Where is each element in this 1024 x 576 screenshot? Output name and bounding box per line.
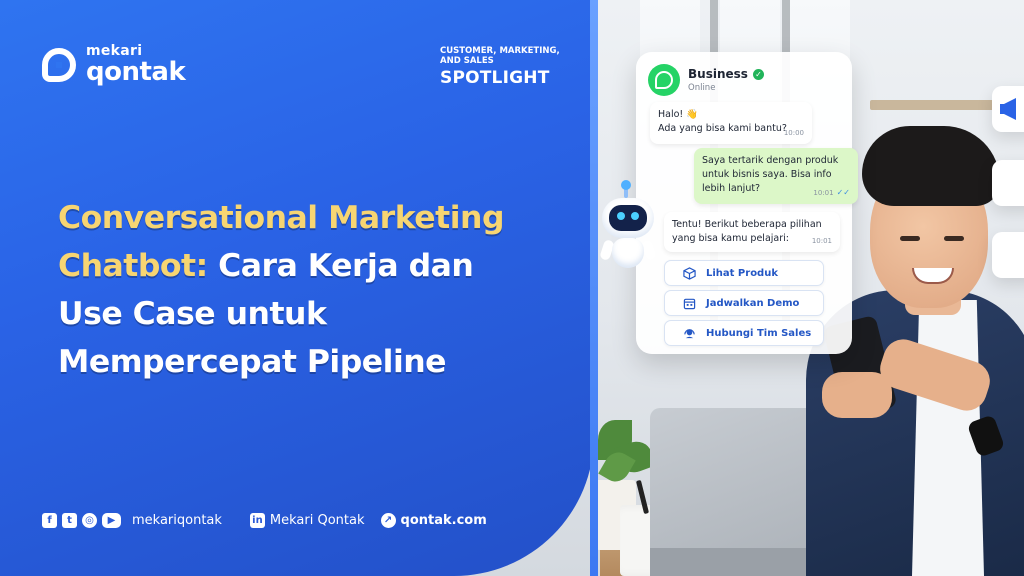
footer: f t ◎ ▶ mekariqontak in Mekari Qontak ↗ …	[42, 513, 487, 528]
chat-header: Business ✓ Online	[648, 64, 764, 96]
option-jadwalkan-demo-button[interactable]: Jadwalkan Demo	[664, 290, 824, 316]
message-time: 10:00	[783, 129, 804, 137]
shelf	[870, 100, 1000, 110]
person-eye	[900, 236, 920, 241]
business-name: Business	[688, 67, 748, 81]
message-time: 10:01	[813, 189, 834, 197]
logo-bottom-text: qontak	[86, 57, 186, 87]
headline: Conversational Marketing Chatbot: Cara K…	[58, 194, 558, 386]
facebook-icon[interactable]: f	[42, 513, 57, 528]
side-card	[992, 232, 1024, 278]
spotlight-title: SPOTLIGHT	[440, 68, 550, 88]
online-status: Online	[688, 83, 716, 93]
linkedin-name[interactable]: Mekari Qontak	[270, 513, 365, 528]
whatsapp-chat-card: Business ✓ Online Halo! 👋 Ada yang bisa …	[636, 52, 858, 354]
mekari-qontak-logo: mekari qontak	[42, 43, 186, 87]
message-time: 10:01	[811, 237, 832, 245]
link-arrow-icon[interactable]: ↗	[380, 513, 396, 528]
logo-top-text: mekari	[86, 43, 143, 59]
headline-highlight: Chatbot:	[58, 248, 208, 284]
chat-bubble-incoming: Tentu! Berikut beberapa pilihan yang bis…	[664, 212, 840, 252]
calendar-icon	[683, 298, 696, 309]
headline-text: Cara Kerja dan	[207, 248, 474, 284]
spotlight-badge: CUSTOMER, MARKETING, AND SALES SPOTLIGHT	[440, 46, 560, 88]
banner: mekari qontak CUSTOMER, MARKETING, AND S…	[0, 0, 1024, 576]
option-hubungi-tim-sales-button[interactable]: Hubungi Tim Sales	[664, 320, 824, 346]
verified-icon: ✓	[752, 68, 764, 80]
youtube-icon[interactable]: ▶	[102, 513, 121, 528]
read-ticks-icon: ✓✓	[836, 188, 850, 197]
spotlight-subtitle: CUSTOMER, MARKETING, AND SALES	[440, 46, 560, 66]
chatbot-robot-icon	[598, 180, 658, 276]
headline-highlight: Conversational Marketing	[58, 200, 505, 236]
option-lihat-produk-button[interactable]: Lihat Produk	[664, 260, 824, 286]
qontak-logo-icon	[42, 47, 76, 82]
social-handle[interactable]: mekariqontak	[132, 513, 222, 528]
box-icon	[683, 266, 696, 280]
instagram-icon[interactable]: ◎	[82, 513, 97, 528]
side-card	[992, 86, 1024, 132]
chat-bubble-outgoing: Saya tertarik dengan produk untuk bisnis…	[694, 148, 858, 204]
headline-text: Use Case untuk	[58, 296, 327, 332]
linkedin-icon[interactable]: in	[249, 513, 265, 528]
person-eye	[944, 236, 964, 241]
twitter-icon[interactable]: t	[62, 513, 77, 528]
headline-text: Mempercepat Pipeline	[58, 344, 447, 380]
person-hand	[822, 372, 892, 418]
person-hair	[862, 126, 1000, 206]
headset-icon	[684, 328, 695, 338]
megaphone-icon	[1000, 98, 1016, 120]
side-card	[992, 160, 1024, 206]
blue-panel-edge	[590, 0, 598, 576]
website-link[interactable]: qontak.com	[401, 513, 487, 528]
whatsapp-icon	[648, 64, 680, 96]
chat-bubble-incoming: Halo! 👋 Ada yang bisa kami bantu? 10:00	[650, 102, 812, 144]
